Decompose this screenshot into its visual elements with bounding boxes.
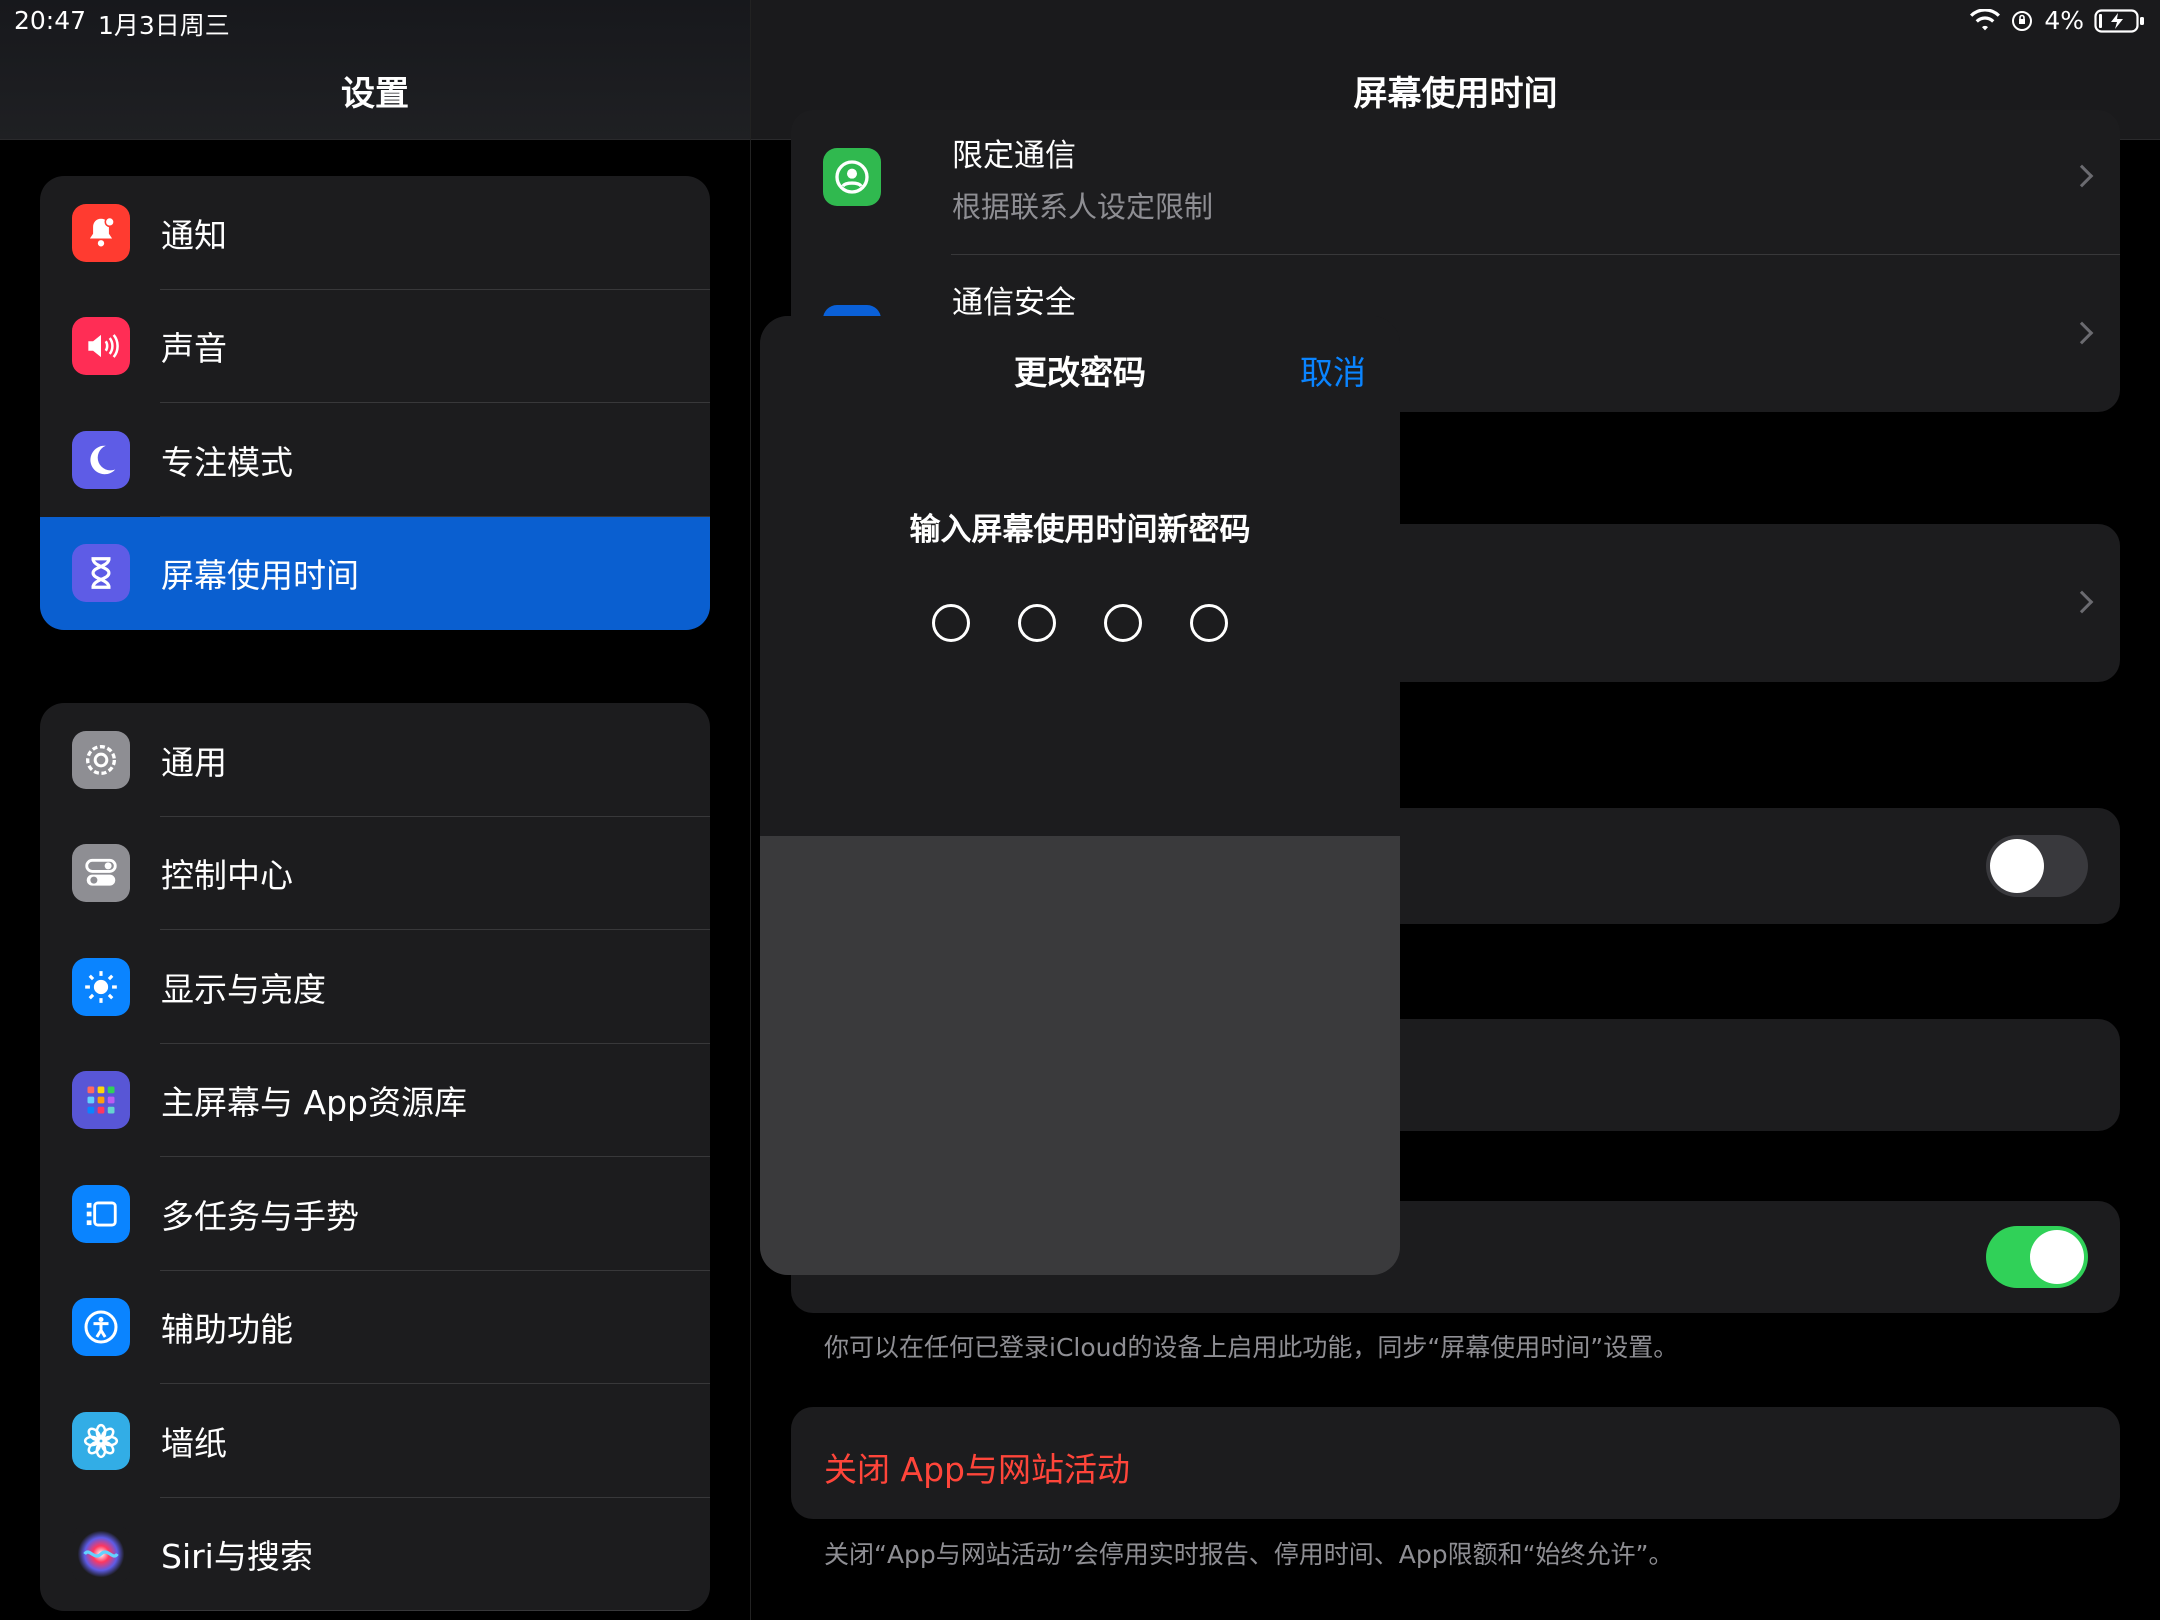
sidebar-item-multitasking[interactable]: 多任务与手势 xyxy=(40,1157,710,1271)
battery-charging-icon xyxy=(2094,8,2144,33)
toggle-knob xyxy=(2030,1230,2084,1284)
sidebar-item-label: 控制中心 xyxy=(161,856,293,896)
hourglass-icon xyxy=(72,544,130,603)
status-date: 1月3日周三 xyxy=(98,11,230,40)
grid-icon xyxy=(72,1071,130,1130)
sidebar-group-1: 通知 声音 专注模式 屏幕使用时间 xyxy=(40,176,710,630)
communication-limits-title: 限定通信 xyxy=(952,138,1076,174)
sidebar: 20:47 1月3日周三 设置 通知 声音 专注模式 屏幕使用时间 通用 控制中… xyxy=(0,0,750,1620)
chevron-right-icon xyxy=(2070,590,2094,614)
toggle-knob xyxy=(1990,839,2044,893)
speaker-icon xyxy=(72,317,130,376)
cancel-button[interactable]: 取消 xyxy=(1300,346,1366,394)
sidebar-item-sounds[interactable]: 声音 xyxy=(40,290,710,403)
status-time: 20:47 xyxy=(14,6,87,35)
sidebar-group-2: 通用 控制中心 显示与亮度 主屏幕与 App资源库 多任务与手势 辅助功能 墙纸… xyxy=(40,703,710,1611)
sidebar-item-label: 辅助功能 xyxy=(161,1310,293,1350)
turn-off-activity-button[interactable]: 关闭 App与网站活动 xyxy=(791,1407,2120,1519)
sidebar-item-label: Siri与搜索 xyxy=(161,1537,313,1577)
communication-limits-subtitle: 根据联系人设定限制 xyxy=(952,190,1214,224)
toggle-switch-on[interactable] xyxy=(1986,1226,2088,1288)
sidebar-item-display[interactable]: 显示与亮度 xyxy=(40,930,710,1044)
divider xyxy=(160,1610,710,1611)
sidebar-item-label: 显示与亮度 xyxy=(161,969,326,1009)
gear-icon xyxy=(72,730,130,789)
chevron-right-icon xyxy=(2070,164,2094,188)
detail-title: 屏幕使用时间 xyxy=(1353,74,1558,114)
sun-icon xyxy=(72,957,130,1016)
orientation-lock-icon xyxy=(2012,10,2033,31)
passcode-prompt: 输入屏幕使用时间新密码 xyxy=(909,512,1251,548)
sidebar-item-general[interactable]: 通用 xyxy=(40,703,710,817)
sidebar-item-label: 声音 xyxy=(161,329,227,369)
modal-content: 更改密码 取消 输入屏幕使用时间新密码 xyxy=(760,316,1400,836)
passcode-dot xyxy=(1104,604,1142,642)
status-bar-right: 4% xyxy=(1970,6,2146,35)
toggles-icon xyxy=(72,844,130,903)
toggle-switch-off[interactable] xyxy=(1986,835,2088,897)
sidebar-title: 设置 xyxy=(341,74,409,114)
moon-icon xyxy=(72,430,130,489)
sidebar-item-siri[interactable]: Siri与搜索 xyxy=(40,1498,710,1611)
sidebar-header: 20:47 1月3日周三 设置 xyxy=(0,0,750,140)
wifi-icon xyxy=(1970,8,2001,30)
passcode-dot xyxy=(1190,604,1228,642)
communication-limits-row[interactable]: 限定通信 根据联系人设定限制 xyxy=(791,110,2120,255)
turn-off-activity-label: 关闭 App与网站活动 xyxy=(824,1450,1130,1489)
chevron-right-icon xyxy=(2070,321,2094,345)
sidebar-item-label: 通用 xyxy=(161,742,227,782)
sidebar-item-label: 专注模式 xyxy=(161,442,293,482)
sidebar-item-control-center[interactable]: 控制中心 xyxy=(40,817,710,930)
flower-icon xyxy=(72,1411,130,1470)
passcode-dot xyxy=(1018,604,1056,642)
passcode-dot xyxy=(932,604,970,642)
sidebar-item-notifications[interactable]: 通知 xyxy=(40,176,710,290)
share-note: 你可以在任何已登录iCloud的设备上启用此功能，同步“屏幕使用时间”设置。 xyxy=(824,1333,1679,1362)
battery-percent: 4% xyxy=(2044,6,2084,35)
sidebar-item-label: 多任务与手势 xyxy=(161,1196,359,1236)
keypad-area xyxy=(760,836,1400,1275)
sidebar-item-label: 通知 xyxy=(161,215,227,255)
sidebar-item-label: 主屏幕与 App资源库 xyxy=(161,1083,467,1123)
sidebar-item-screen-time[interactable]: 屏幕使用时间 xyxy=(40,516,710,630)
sidebar-item-accessibility[interactable]: 辅助功能 xyxy=(40,1271,710,1384)
contact-icon xyxy=(823,148,881,206)
turn-off-note: 关闭“App与网站活动”会停用实时报告、停用时间、App限额和“始终允许”。 xyxy=(824,1540,1674,1569)
sidebar-item-label: 墙纸 xyxy=(161,1423,227,1463)
passcode-dots xyxy=(932,604,1228,642)
siri-icon xyxy=(72,1525,130,1584)
sidebar-item-label: 屏幕使用时间 xyxy=(161,556,359,596)
sidebar-item-wallpaper[interactable]: 墙纸 xyxy=(40,1384,710,1498)
accessibility-icon xyxy=(72,1298,130,1357)
bell-icon xyxy=(72,203,130,262)
multitask-icon xyxy=(72,1184,130,1243)
change-passcode-modal: 更改密码 取消 输入屏幕使用时间新密码 xyxy=(760,316,1400,1275)
sidebar-item-home-screen[interactable]: 主屏幕与 App资源库 xyxy=(40,1044,710,1157)
sidebar-item-focus[interactable]: 专注模式 xyxy=(40,403,710,517)
